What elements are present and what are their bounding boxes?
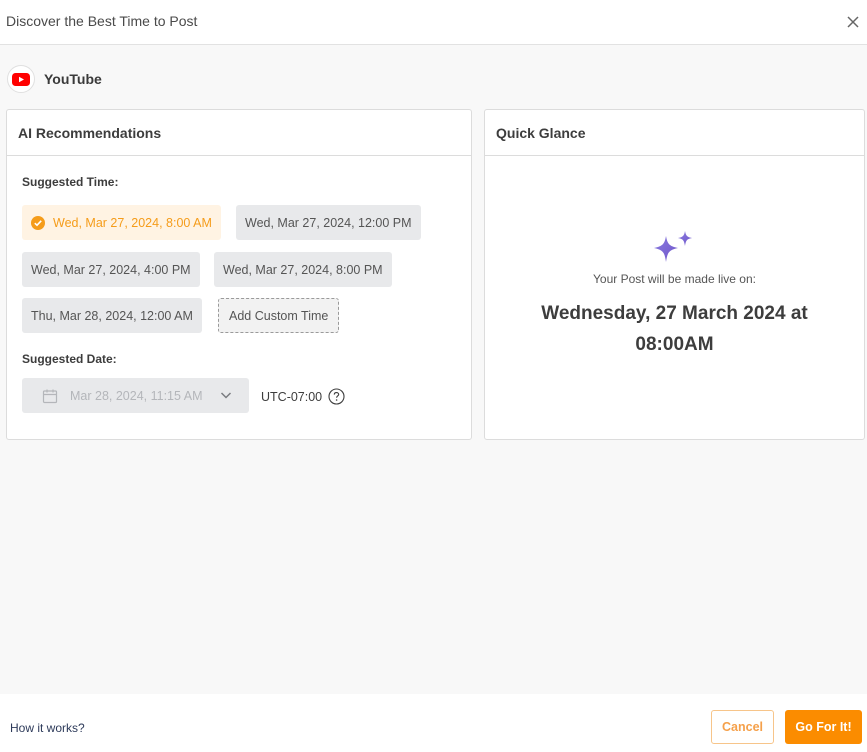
time-chip-selected[interactable]: Wed, Mar 27, 2024, 8:00 AM — [22, 205, 221, 240]
time-chip[interactable]: Wed, Mar 27, 2024, 4:00 PM — [22, 252, 200, 287]
calendar-icon — [42, 389, 58, 403]
time-chip-label: Wed, Mar 27, 2024, 8:00 PM — [223, 262, 383, 277]
time-chip-label: Wed, Mar 27, 2024, 8:00 AM — [53, 215, 212, 230]
quick-glance-card: Quick Glance Your Post will be made live… — [484, 109, 865, 440]
date-picker-value: Mar 28, 2024, 11:15 AM — [70, 388, 203, 403]
time-chip-label: Wed, Mar 27, 2024, 4:00 PM — [31, 262, 191, 277]
add-custom-time-button[interactable]: Add Custom Time — [218, 298, 340, 333]
platform-name: YouTube — [44, 71, 102, 87]
modal-title: Discover the Best Time to Post — [6, 13, 198, 29]
help-icon[interactable] — [328, 388, 345, 405]
live-label: Your Post will be made live on: — [593, 272, 756, 286]
time-chip-label: Thu, Mar 28, 2024, 12:00 AM — [31, 308, 193, 323]
suggested-time-label: Suggested Time: — [22, 175, 119, 189]
check-circle-icon — [31, 215, 45, 230]
add-custom-time-label: Add Custom Time — [229, 308, 329, 323]
chevron-down-icon — [220, 392, 232, 399]
live-date: Wednesday, 27 March 2024 at 08:00AM — [541, 303, 808, 355]
ai-recommendations-card: AI Recommendations Suggested Time: Wed, … — [6, 109, 472, 440]
quick-glance-summary: Your Post will be made live on: Wednesda… — [485, 230, 864, 360]
timezone-label: UTC-07:00 — [261, 389, 323, 404]
time-chip[interactable]: Wed, Mar 27, 2024, 12:00 PM — [236, 205, 421, 240]
ai-recommendations-title: AI Recommendations — [7, 110, 471, 156]
youtube-icon — [12, 72, 30, 86]
time-chip[interactable]: Thu, Mar 28, 2024, 12:00 AM — [22, 298, 202, 333]
close-button[interactable] — [843, 12, 863, 32]
date-picker[interactable]: Mar 28, 2024, 11:15 AM — [22, 378, 249, 413]
modal-body: YouTube AI Recommendations Suggested Tim… — [0, 45, 867, 694]
how-it-works-link[interactable]: How it works? — [10, 721, 85, 735]
timezone: UTC-07:00 — [261, 388, 345, 405]
suggested-date-label: Suggested Date: — [22, 352, 117, 366]
go-for-it-button[interactable]: Go For It! — [785, 710, 862, 744]
modal-footer: How it works? Cancel Go For It! — [0, 694, 867, 752]
time-chip-label: Wed, Mar 27, 2024, 12:00 PM — [245, 215, 412, 230]
quick-glance-title: Quick Glance — [485, 110, 864, 156]
close-icon — [847, 16, 859, 28]
platform-avatar — [7, 65, 35, 93]
cancel-button[interactable]: Cancel — [711, 710, 774, 744]
time-chip[interactable]: Wed, Mar 27, 2024, 8:00 PM — [214, 252, 392, 287]
sparkle-icon — [653, 231, 692, 262]
platform-row: YouTube — [7, 65, 102, 93]
modal-header: Discover the Best Time to Post — [0, 0, 867, 45]
